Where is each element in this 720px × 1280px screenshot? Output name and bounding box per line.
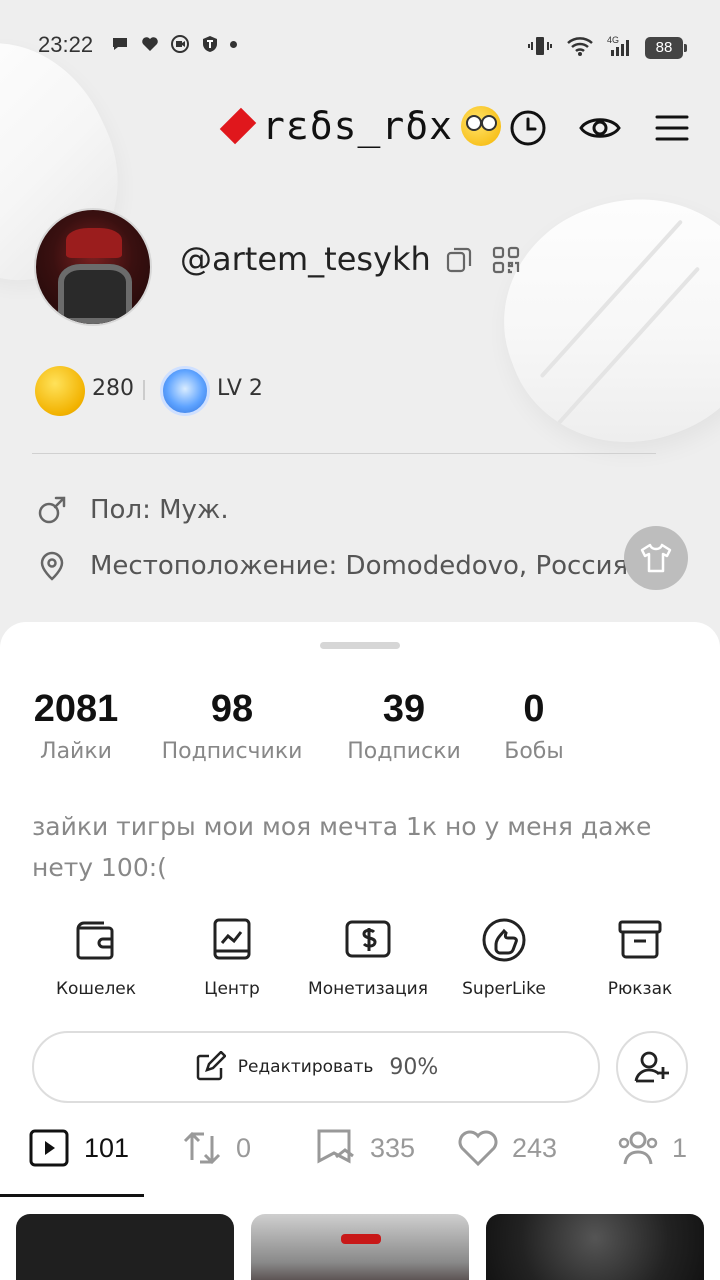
video-icon — [29, 1129, 69, 1167]
battery-indicator: 88 — [645, 37, 687, 59]
dollar-icon — [345, 920, 391, 958]
decorative-blob-right — [471, 162, 720, 478]
more-notifications-dot — [230, 40, 237, 48]
chart-icon — [213, 918, 251, 960]
stat-value: 39 — [382, 688, 426, 730]
red-diamond-icon — [219, 107, 257, 145]
camera-notify-icon — [170, 34, 190, 54]
level-badge-icon[interactable] — [160, 366, 210, 416]
tool-label: Кошелек — [55, 979, 137, 999]
tshirt-icon — [640, 543, 672, 573]
profile-nickname: rεδs_rδx — [219, 104, 502, 148]
menu-icon[interactable] — [654, 108, 690, 148]
stat-value: 2081 — [33, 688, 119, 730]
coin-count: 280 — [92, 376, 134, 401]
stat-followers[interactable]: 98 Подписчики — [152, 688, 312, 764]
profile-completion-percent: 90% — [389, 1054, 439, 1080]
thumbnail-red-eyes — [341, 1234, 381, 1244]
badge-separator — [143, 380, 145, 400]
qr-code-icon[interactable] — [492, 246, 520, 274]
location-pin-icon — [40, 551, 64, 581]
outfit-button[interactable] — [624, 526, 688, 590]
wallet-icon — [76, 921, 114, 960]
stat-label: Подписки — [347, 739, 461, 764]
active-tab-indicator — [0, 1194, 144, 1197]
add-friend-button[interactable] — [616, 1031, 688, 1103]
gender-row: Пол: Муж. — [36, 494, 229, 526]
avatar[interactable] — [34, 208, 152, 326]
backpack-icon — [618, 920, 662, 959]
tool-wallet[interactable]: Кошелек — [31, 915, 161, 999]
male-icon — [38, 496, 66, 524]
tab-count: 101 — [84, 1132, 130, 1163]
stat-beans[interactable]: 0 Бобы — [494, 688, 574, 764]
profile-divider — [32, 453, 656, 454]
stat-value: 0 — [523, 688, 545, 730]
tool-backpack[interactable]: Рюкзак — [575, 915, 705, 999]
rolling-eyes-emoji-icon — [461, 106, 502, 146]
video-thumbnail[interactable] — [16, 1214, 234, 1280]
shield-notify-icon — [200, 34, 220, 54]
chat-bubble-icon — [110, 34, 130, 54]
vibrate-icon — [527, 34, 553, 62]
location-text: Местоположение: Domodedovo, Россия — [90, 551, 629, 581]
edit-label: Редактировать — [237, 1057, 374, 1077]
stat-following[interactable]: 39 Подписки — [338, 688, 470, 764]
profile-bio: зайки тигры мои моя мечта 1к но у меня д… — [32, 812, 652, 882]
location-row: Местоположение: Domodedovo, Россия — [36, 550, 628, 582]
tab-groups[interactable]: 1 — [616, 1126, 687, 1170]
level-text: LV 2 — [217, 376, 263, 401]
group-icon — [618, 1131, 658, 1165]
tab-count: 1 — [672, 1132, 688, 1163]
signal-icon: 4G — [607, 34, 633, 62]
tab-reposts[interactable]: 0 — [180, 1126, 251, 1170]
tool-label: SuperLike — [462, 979, 546, 999]
status-notification-icons — [110, 34, 237, 54]
tab-count: 335 — [370, 1132, 416, 1163]
heart-notify-icon — [140, 34, 160, 54]
coin-badge-icon[interactable] — [35, 366, 85, 416]
nickname-text: rεδs_rδx — [262, 104, 454, 148]
username: @artem_tesykh — [180, 240, 431, 278]
collection-icon — [317, 1129, 354, 1164]
stat-label: Подписчики — [161, 739, 303, 764]
tab-collections[interactable]: 335 — [314, 1126, 415, 1170]
status-time: 23:22 — [38, 32, 94, 57]
edit-icon — [196, 1051, 226, 1081]
tool-label: Центр — [204, 979, 260, 999]
wifi-icon — [565, 35, 595, 61]
gender-text: Пол: Муж. — [90, 495, 229, 525]
copy-icon[interactable] — [446, 246, 472, 274]
tool-label: Рюкзак — [607, 979, 673, 999]
tool-center[interactable]: Центр — [167, 915, 297, 999]
stat-value: 98 — [210, 688, 254, 730]
superlike-icon — [482, 918, 526, 962]
add-user-icon — [634, 1051, 669, 1083]
video-thumbnail[interactable] — [486, 1214, 704, 1280]
status-system-icons: 4G 88 — [527, 34, 687, 62]
tab-count: 243 — [512, 1132, 558, 1163]
sheet-drag-handle[interactable] — [320, 642, 400, 649]
tool-label: Монетизация — [308, 979, 428, 999]
tab-liked[interactable]: 243 — [456, 1126, 557, 1170]
tool-superlike[interactable]: SuperLike — [439, 915, 569, 999]
edit-profile-button[interactable]: Редактировать 90% — [32, 1031, 600, 1103]
stat-label: Лайки — [40, 739, 112, 764]
repost-icon — [183, 1131, 221, 1165]
tab-videos[interactable]: 101 — [28, 1126, 129, 1170]
video-thumbnail[interactable] — [251, 1214, 469, 1280]
stat-likes[interactable]: 2081 Лайки — [26, 688, 126, 764]
history-icon[interactable] — [508, 108, 548, 148]
svg-text:4G: 4G — [607, 35, 619, 45]
stat-label: Бобы — [504, 739, 564, 764]
tab-count: 0 — [236, 1132, 252, 1163]
tool-monetization[interactable]: Монетизация — [303, 915, 433, 999]
eye-icon[interactable] — [578, 108, 622, 148]
heart-icon — [458, 1130, 498, 1167]
